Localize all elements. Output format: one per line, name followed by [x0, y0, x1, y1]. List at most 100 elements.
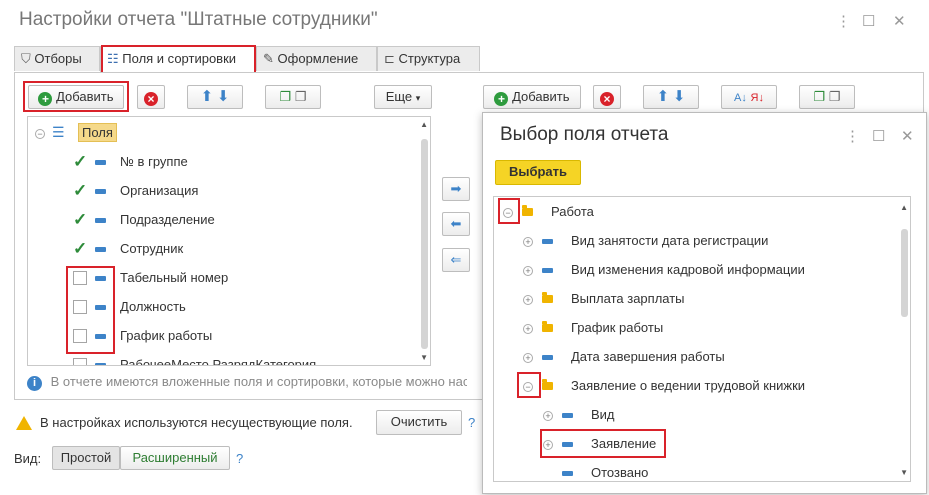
folder-icon: [522, 205, 533, 216]
dialog-field-label: Заявление о ведении трудовой книжки: [571, 378, 806, 393]
fields-tree-row[interactable]: ✓ Подразделение: [28, 206, 430, 235]
warning-icon: [16, 416, 32, 430]
scroll-down-icon[interactable]: ▼: [900, 468, 908, 477]
arrow-down-icon[interactable]: ⬇: [217, 88, 230, 105]
warning-text: В настройках используются несуществующие…: [40, 415, 353, 430]
scrollbar[interactable]: [421, 139, 428, 349]
dialog-tree-row[interactable]: + Дата завершения работы: [494, 343, 910, 372]
delete-icon: ×: [144, 92, 158, 106]
dialog-tree-row[interactable]: + Вид: [494, 401, 910, 430]
maximize-icon[interactable]: ☐: [862, 14, 875, 30]
check-all-icon[interactable]: ❐: [280, 89, 292, 104]
highlight-statement: [540, 429, 666, 458]
expand-icon[interactable]: +: [523, 295, 533, 305]
brush-icon: ✎: [263, 51, 274, 66]
move-left-button[interactable]: ⬅: [442, 212, 470, 236]
view-label: Вид:: [14, 451, 42, 466]
dialog-field-label: Отозвано: [591, 465, 649, 480]
fields-icon: ☰: [52, 124, 65, 140]
help-link[interactable]: ?: [468, 415, 475, 430]
arrow-left-icon: ⬅: [450, 216, 462, 231]
arrow-left-all-icon: ⇐: [450, 252, 462, 267]
delete-sort-button[interactable]: ×: [593, 85, 621, 109]
dialog-tree-row[interactable]: + График работы: [494, 314, 910, 343]
dialog-tree-row[interactable]: − Заявление о ведении трудовой книжки: [494, 372, 910, 401]
dialog-tree-row[interactable]: + Вид занятости дата регистрации: [494, 227, 910, 256]
more-button[interactable]: Еще ▾: [374, 85, 432, 109]
dialog-field-label: Вид изменения кадровой информации: [571, 262, 805, 277]
dialog-maximize-icon[interactable]: ☐: [872, 129, 885, 145]
move-all-left-button[interactable]: ⇐: [442, 248, 470, 272]
add-sort-button[interactable]: + Добавить: [483, 85, 581, 109]
structure-icon: ⊏: [384, 51, 395, 66]
expand-icon[interactable]: +: [523, 237, 533, 247]
tab-structure[interactable]: ⊏ Структура: [377, 46, 480, 71]
view-help-link[interactable]: ?: [236, 451, 243, 466]
view-simple-button[interactable]: Простой: [52, 446, 120, 470]
uncheck-all-icon[interactable]: ❐: [295, 89, 307, 104]
arrow-right-icon: ➡: [450, 181, 462, 196]
highlight-collapse-statement: [517, 372, 541, 398]
field-icon: [542, 268, 553, 273]
expand-icon[interactable]: +: [523, 353, 533, 363]
dialog-close-icon[interactable]: ✕: [901, 129, 914, 145]
dialog-scrollbar[interactable]: [901, 229, 908, 317]
fields-tree-row[interactable]: ✓ Сотрудник: [28, 235, 430, 264]
checkbox-checked[interactable]: ✓: [73, 211, 87, 228]
scroll-up-icon[interactable]: ▲: [420, 120, 428, 129]
scroll-down-icon[interactable]: ▼: [420, 353, 428, 362]
folder-icon: [542, 379, 553, 390]
dialog-tree-row[interactable]: − Работа: [494, 198, 910, 227]
expand-icon[interactable]: +: [523, 266, 533, 276]
select-button[interactable]: Выбрать: [495, 160, 581, 185]
dialog-tree-row[interactable]: Отозвано: [494, 459, 910, 481]
window-title: Настройки отчета "Штатные сотрудники": [19, 9, 378, 30]
checkbox-checked[interactable]: ✓: [73, 240, 87, 257]
field-icon: [95, 189, 106, 194]
more-icon[interactable]: ⋮: [836, 14, 851, 30]
arrow-up-icon[interactable]: ⬆: [657, 88, 670, 105]
delete-button[interactable]: ×: [137, 85, 165, 109]
dialog-title: Выбор поля отчета: [500, 124, 669, 145]
field-label: График работы: [120, 328, 213, 343]
highlight-add: [23, 81, 129, 112]
checkbox-checked[interactable]: ✓: [73, 153, 87, 170]
dialog-more-icon[interactable]: ⋮: [845, 129, 860, 145]
dialog-field-label: Вид занятости дата регистрации: [571, 233, 769, 248]
check-all-icon[interactable]: ❐: [814, 89, 826, 104]
expand-icon[interactable]: +: [543, 411, 553, 421]
dialog-field-label: Работа: [551, 204, 594, 219]
tree-root[interactable]: − ☰ Поля: [28, 119, 430, 148]
field-icon: [562, 413, 573, 418]
dialog-field-label: Дата завершения работы: [571, 349, 725, 364]
field-icon: [95, 363, 106, 365]
move-right-button[interactable]: ➡: [442, 177, 470, 201]
sort-asc-icon[interactable]: A↓: [734, 92, 747, 104]
arrow-up-icon[interactable]: ⬆: [201, 88, 214, 105]
view-extended-button[interactable]: Расширенный: [120, 446, 230, 470]
dialog-field-label: Вид: [591, 407, 615, 422]
sort-move-buttons: ⬆ ⬇: [643, 85, 699, 109]
report-settings-window: Настройки отчета "Штатные сотрудники" ⋮ …: [0, 0, 929, 495]
highlight-tab: [101, 45, 256, 75]
fields-tree-row[interactable]: ✓ № в группе: [28, 148, 430, 177]
collapse-icon[interactable]: −: [35, 129, 45, 139]
dialog-tree-row[interactable]: + Вид изменения кадровой информации: [494, 256, 910, 285]
sort-direction-buttons: A↓ Я↓: [721, 85, 777, 109]
arrow-down-icon[interactable]: ⬇: [673, 88, 686, 105]
expand-icon[interactable]: +: [523, 324, 533, 334]
tab-filters[interactable]: ⛉ Отборы: [14, 46, 100, 71]
scroll-up-icon[interactable]: ▲: [900, 203, 908, 212]
tab-appearance[interactable]: ✎ Оформление: [256, 46, 377, 71]
sort-desc-icon[interactable]: Я↓: [751, 92, 764, 104]
field-label: Подразделение: [120, 212, 215, 227]
checkbox-checked[interactable]: ✓: [73, 182, 87, 199]
folder-icon: [542, 292, 553, 303]
delete-icon: ×: [600, 92, 614, 106]
close-icon[interactable]: ✕: [893, 14, 906, 30]
uncheck-all-icon[interactable]: ❐: [829, 89, 841, 104]
checkbox-unchecked[interactable]: [73, 358, 87, 365]
dialog-tree-row[interactable]: + Выплата зарплаты: [494, 285, 910, 314]
fields-tree-row[interactable]: ✓ Организация: [28, 177, 430, 206]
clear-button[interactable]: Очистить: [376, 410, 462, 435]
